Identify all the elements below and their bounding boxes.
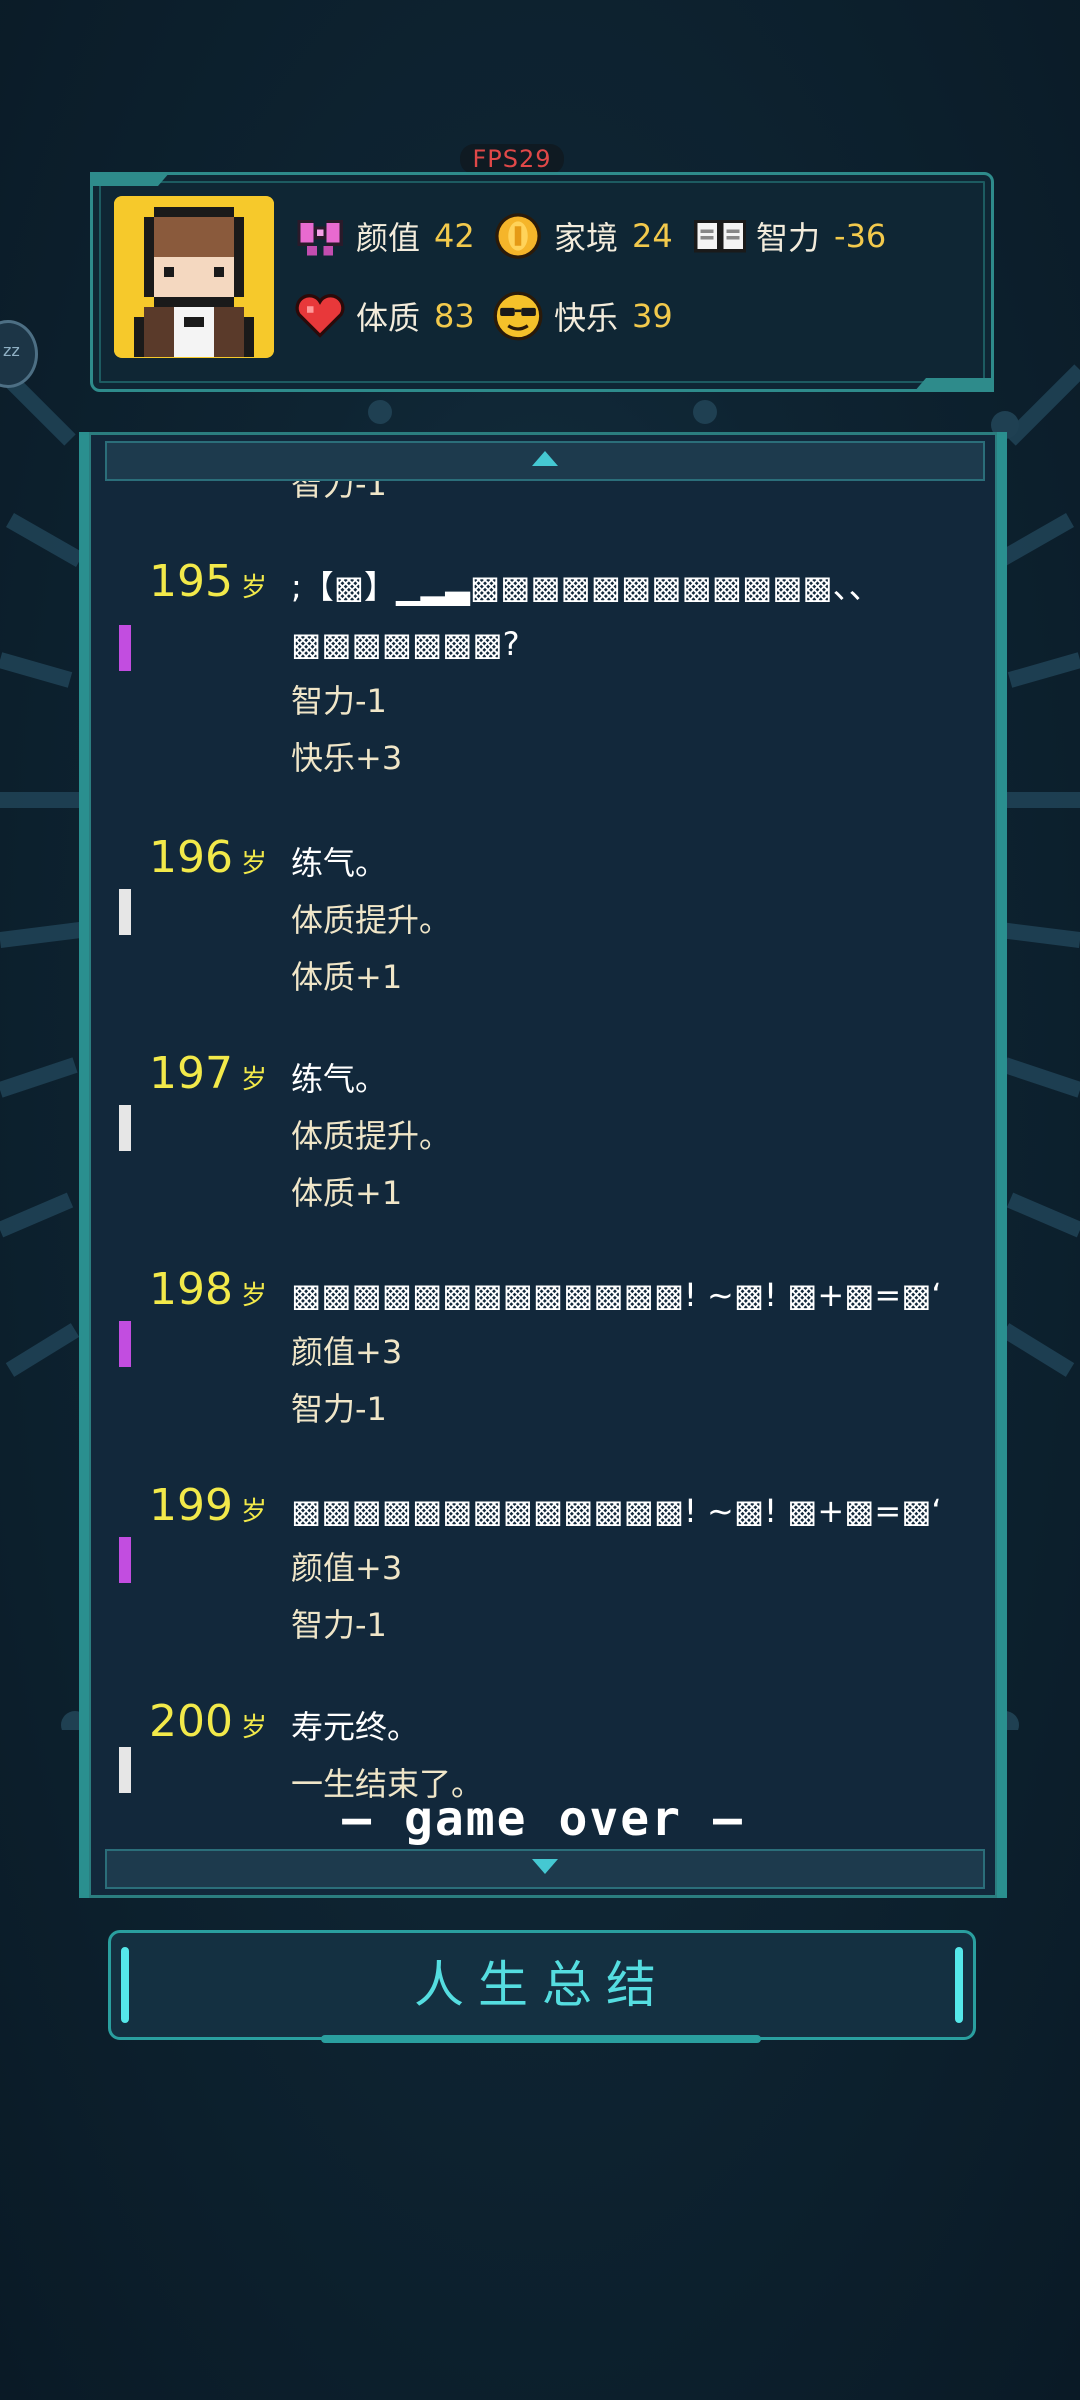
stat-value: -36 — [834, 217, 887, 255]
event-lines: ▩▩▩▩▩▩▩▩▩▩▩▩▩! ~▩! ▩+▩=▩‘ 颜值+3 智力-1 — [291, 1483, 971, 1654]
life-log-panel[interactable]: 智力-1 195 岁 ;【▩】▁▂▃▩▩▩▩▩▩▩▩▩▩▩▩、、▩▩▩▩▩▩▩? … — [79, 432, 1007, 1898]
age-suffix: 岁 — [240, 1281, 267, 1311]
stat-value: 39 — [632, 297, 673, 335]
event-effect: 智力-1 — [291, 1390, 387, 1428]
event-marker — [119, 625, 131, 671]
avatar[interactable] — [114, 196, 274, 358]
event-text: ▩▩▩▩▩▩▩▩▩▩▩▩▩! ~▩! ▩+▩=▩‘ — [291, 1276, 942, 1314]
event-effect: 颜值+3 — [291, 1333, 403, 1371]
event-effect: 智力-1 — [291, 682, 387, 720]
stat-name: 体质 — [356, 299, 421, 337]
age-number: 197 — [149, 1048, 233, 1099]
age-number: 195 — [149, 556, 233, 607]
event-marker — [119, 889, 131, 935]
stat-name: 智力 — [756, 219, 821, 257]
life-summary-label: 人生总结 — [414, 1956, 670, 2014]
event-lines: ;【▩】▁▂▃▩▩▩▩▩▩▩▩▩▩▩▩、、▩▩▩▩▩▩▩? 智力-1 快乐+3 — [291, 559, 971, 787]
stat-constitution: 体质 83 — [294, 286, 475, 346]
age-suffix: 岁 — [240, 1497, 267, 1527]
stat-name: 快乐 — [554, 299, 619, 337]
event-marker — [119, 1537, 131, 1583]
age-suffix: 岁 — [240, 573, 267, 603]
stat-value: 42 — [434, 217, 475, 255]
button-underline — [321, 2035, 761, 2043]
game-over-label: — game over — — [342, 1791, 744, 1847]
event-effect: 体质提升。 — [291, 901, 452, 939]
event-text: ▩▩▩▩▩▩▩▩▩▩▩▩▩! ~▩! ▩+▩=▩‘ — [291, 1492, 942, 1530]
event-effect: 快乐+3 — [291, 739, 403, 777]
book-icon — [694, 219, 746, 253]
age-number: 200 — [149, 1696, 233, 1747]
age-number: 199 — [149, 1480, 233, 1531]
event-effect: 颜值+3 — [291, 1549, 403, 1587]
event-text: 练气。 — [291, 844, 388, 882]
age-suffix: 岁 — [240, 849, 267, 879]
event-text: 练气。 — [291, 1060, 388, 1098]
age-label: 196 岁 — [117, 829, 267, 893]
event-lines: ▩▩▩▩▩▩▩▩▩▩▩▩▩! ~▩! ▩+▩=▩‘ 颜值+3 智力-1 — [291, 1267, 971, 1438]
event-marker — [119, 1747, 131, 1793]
heart-icon — [295, 294, 345, 338]
event-lines: 练气。 体质提升。 体质+1 — [291, 1051, 971, 1222]
life-log-list[interactable]: 智力-1 195 岁 ;【▩】▁▂▃▩▩▩▩▩▩▩▩▩▩▩▩、、▩▩▩▩▩▩▩? … — [91, 435, 995, 1895]
side-menu-button[interactable]: zz — [0, 320, 38, 388]
age-suffix: 岁 — [240, 1713, 267, 1743]
age-label: 199 岁 — [117, 1477, 267, 1541]
event-lines: 练气。 体质提升。 体质+1 — [291, 835, 971, 1006]
event-effect: 智力-1 — [291, 1606, 387, 1644]
bow-icon — [297, 219, 343, 256]
event-text: 寿元终。 — [291, 1708, 420, 1746]
life-summary-button[interactable]: 人生总结 — [108, 1930, 976, 2043]
event-effect: 体质+1 — [291, 1174, 403, 1212]
stat-name: 颜值 — [356, 219, 421, 257]
age-label: 195 岁 — [117, 553, 267, 617]
panel-corner — [90, 172, 170, 186]
stat-value: 83 — [434, 297, 475, 335]
age-label: 200 岁 — [117, 1693, 267, 1757]
age-number: 196 — [149, 832, 233, 883]
side-button-label: zz — [3, 341, 20, 360]
stat-value: 24 — [632, 217, 673, 255]
age-label: 197 岁 — [117, 1045, 267, 1109]
panel-corner — [914, 378, 994, 392]
stat-name: 家境 — [554, 219, 619, 257]
stat-appearance: 颜值 42 — [294, 206, 475, 266]
coin-icon — [495, 213, 541, 259]
scroll-down-button[interactable] — [105, 1849, 985, 1889]
arrow-up-icon — [532, 451, 558, 466]
fps-counter: FPS29 — [460, 144, 564, 174]
stat-happiness: 快乐 39 — [492, 286, 673, 346]
event-text: ;【▩】▁▂▃▩▩▩▩▩▩▩▩▩▩▩▩、、▩▩▩▩▩▩▩? — [291, 568, 881, 663]
age-label: 198 岁 — [117, 1261, 267, 1325]
pixel-character-icon — [114, 197, 274, 357]
event-effect: 体质提升。 — [291, 1117, 452, 1155]
age-number: 198 — [149, 1264, 233, 1315]
stat-intelligence: 智力 -36 — [694, 206, 886, 266]
scroll-up-button[interactable] — [105, 441, 985, 481]
event-marker — [119, 1321, 131, 1367]
sunglasses-face-icon — [493, 291, 543, 341]
event-marker — [119, 1105, 131, 1151]
stat-family: 家境 24 — [492, 206, 673, 266]
arrow-down-icon — [532, 1859, 558, 1874]
event-effect: 体质+1 — [291, 958, 403, 996]
age-suffix: 岁 — [240, 1065, 267, 1095]
